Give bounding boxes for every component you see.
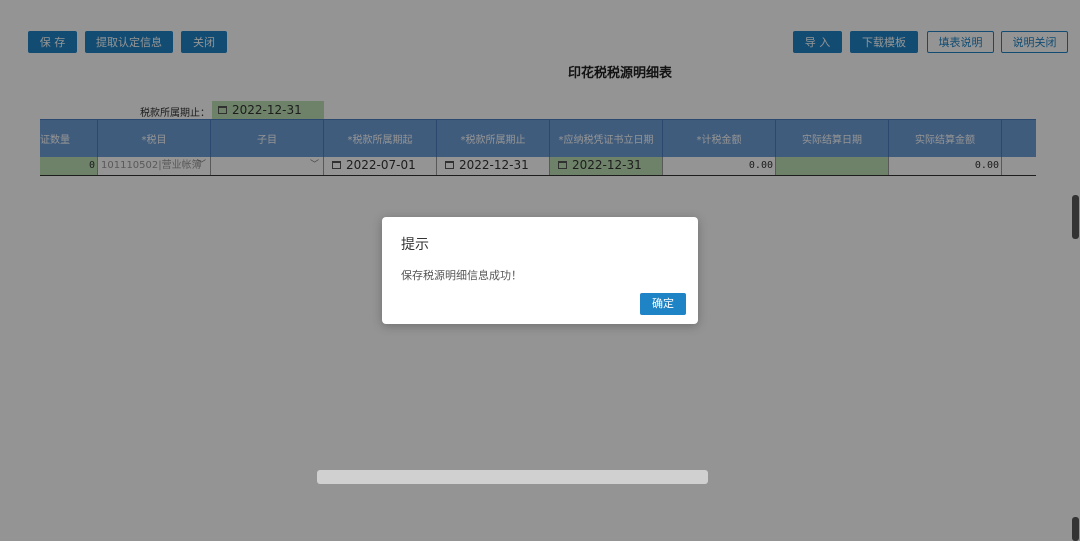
confirm-button[interactable]: 确定 (640, 293, 686, 315)
alert-dialog: 提示 保存税源明细信息成功！ 确定 (382, 217, 698, 324)
vertical-scrollbar-thumb[interactable] (1072, 195, 1079, 239)
dialog-title: 提示 (401, 237, 429, 253)
dialog-message: 保存税源明细信息成功！ (401, 269, 522, 282)
vertical-scrollbar-thumb-bottom[interactable] (1072, 517, 1079, 541)
horizontal-scrollbar[interactable] (317, 470, 708, 484)
